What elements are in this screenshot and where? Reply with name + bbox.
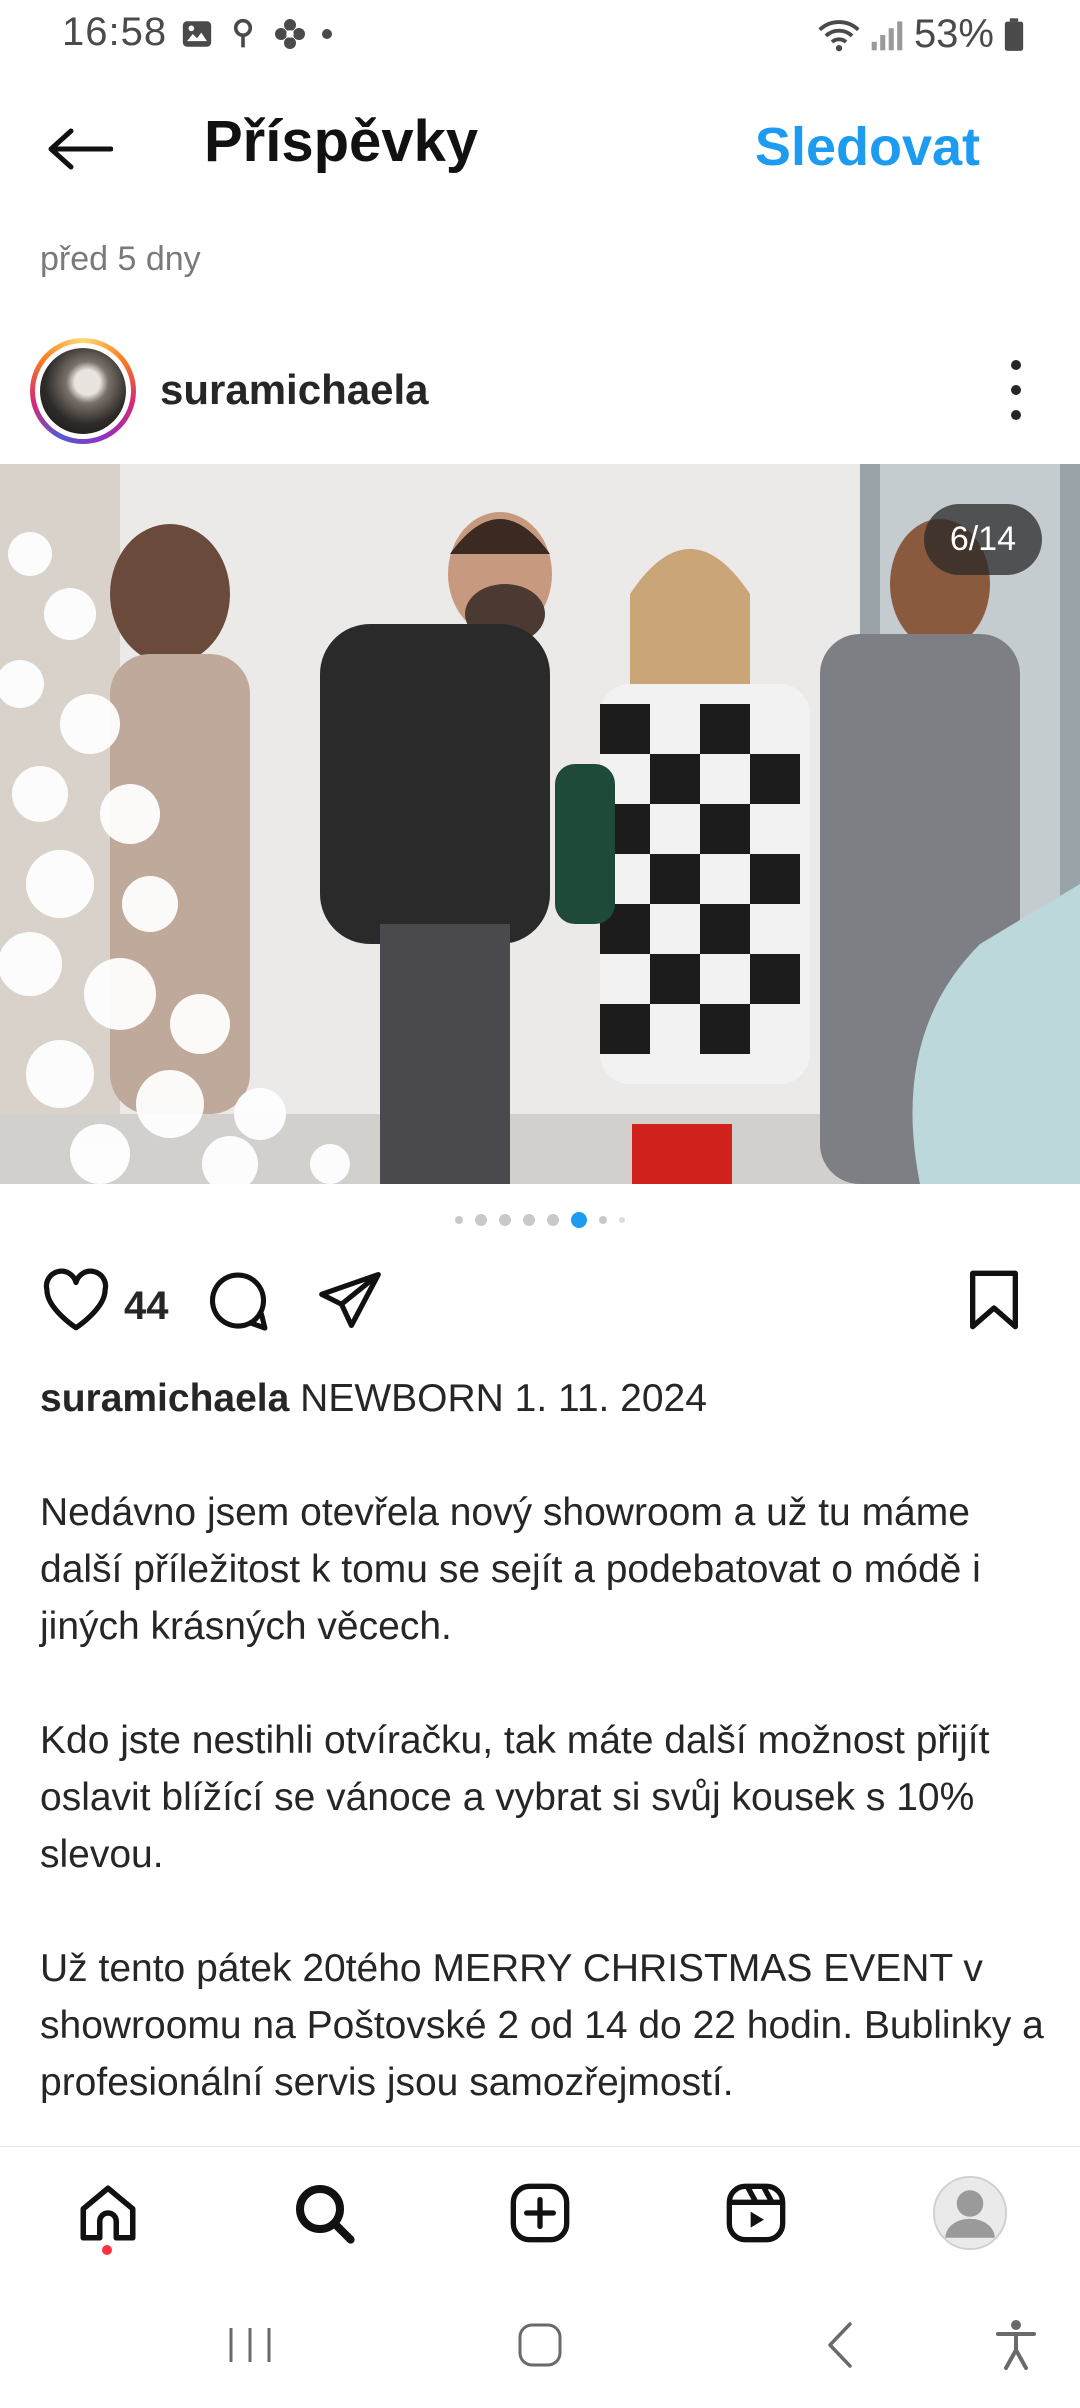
back-system-icon [828, 2322, 852, 2368]
caption-username[interactable]: suramichaela [40, 1377, 289, 1420]
comment-icon [209, 1272, 268, 1331]
bottom-navigation [0, 2146, 1080, 2270]
accessibility-button[interactable] [976, 2300, 1056, 2390]
comment-button[interactable] [204, 1268, 272, 1341]
status-notification-icons [180, 16, 332, 52]
like-button[interactable] [40, 1268, 112, 1337]
post-caption: suramichaela NEWBORN 1. 11. 2024 Nedávno… [40, 1370, 1050, 2168]
top-header: Příspěvky Sledovat [0, 80, 1080, 210]
status-bar: 16:58 53% [0, 0, 1080, 72]
more-options-button[interactable] [996, 360, 1036, 420]
caption-paragraph: Nedávno jsem otevřela nový showroom a už… [40, 1491, 981, 1648]
share-button[interactable] [316, 1268, 384, 1337]
follow-button[interactable]: Sledovat [755, 116, 980, 178]
more-vertical-icon [1011, 360, 1021, 370]
location-icon [233, 18, 253, 48]
avatar-image [40, 348, 126, 434]
heart-icon [43, 1268, 109, 1331]
carousel-dot [547, 1214, 559, 1226]
carousel-dot [619, 1217, 625, 1223]
more-notifications-dot [322, 29, 332, 39]
nav-create[interactable] [500, 2173, 580, 2253]
search-icon [296, 2185, 355, 2244]
caption-first-line: suramichaela NEWBORN 1. 11. 2024 [40, 1370, 1050, 1427]
save-button[interactable] [966, 1268, 1022, 1337]
nav-search[interactable] [284, 2173, 364, 2253]
back-system-button[interactable] [800, 2300, 880, 2390]
nav-reels[interactable] [716, 2173, 796, 2253]
image-counter-badge: 6/14 [923, 504, 1042, 575]
signal-icon [871, 20, 903, 50]
reels-icon [726, 2183, 786, 2243]
carousel-dot [499, 1214, 511, 1226]
profile-icon [932, 2175, 1008, 2251]
home-system-icon [518, 2323, 562, 2367]
like-count[interactable]: 44 [124, 1284, 169, 1329]
home-system-button[interactable] [500, 2300, 580, 2390]
system-navigation [0, 2280, 1080, 2408]
battery-icon [1004, 17, 1024, 51]
post-image[interactable]: 6/14 [0, 464, 1080, 1184]
post-time-ago: před 5 dny [40, 240, 201, 278]
recents-button[interactable] [210, 2300, 290, 2390]
carousel-dot-active [571, 1212, 587, 1228]
carousel-dot [523, 1214, 535, 1226]
carousel-dot [455, 1216, 463, 1224]
caption-headline: NEWBORN 1. 11. 2024 [300, 1377, 707, 1420]
nav-profile[interactable] [930, 2173, 1010, 2253]
wifi-icon [818, 19, 860, 51]
bookmark-icon [970, 1270, 1018, 1330]
caption-paragraph: Už tento pátek 20tého MERRY CHRISTMAS EV… [40, 1947, 1044, 2104]
status-time: 16:58 [62, 10, 168, 54]
post-actions: 44 [0, 1260, 1080, 1360]
caption-paragraph: Kdo jste nestihli otvíračku, tak máte da… [40, 1719, 990, 1876]
nav-home[interactable] [68, 2173, 148, 2253]
avatar[interactable] [30, 338, 136, 444]
post-header: suramichaela [0, 330, 1080, 450]
carousel-dot [599, 1216, 607, 1224]
home-icon [80, 2185, 136, 2241]
carousel-dot [475, 1214, 487, 1226]
battery-percent: 53% [913, 12, 994, 56]
flower-icon [275, 19, 305, 49]
back-button[interactable] [40, 114, 120, 184]
post-photo [0, 464, 1080, 1184]
accessibility-icon [996, 2320, 1036, 2370]
recents-icon [229, 2328, 271, 2362]
post-username[interactable]: suramichaela [160, 366, 429, 414]
carousel-indicator [0, 1212, 1080, 1228]
add-post-icon [510, 2183, 570, 2243]
gallery-icon [182, 21, 212, 47]
send-icon [319, 1271, 381, 1329]
arrow-left-icon [48, 128, 113, 170]
notification-dot [102, 2245, 112, 2255]
page-title: Příspěvky [204, 109, 479, 174]
